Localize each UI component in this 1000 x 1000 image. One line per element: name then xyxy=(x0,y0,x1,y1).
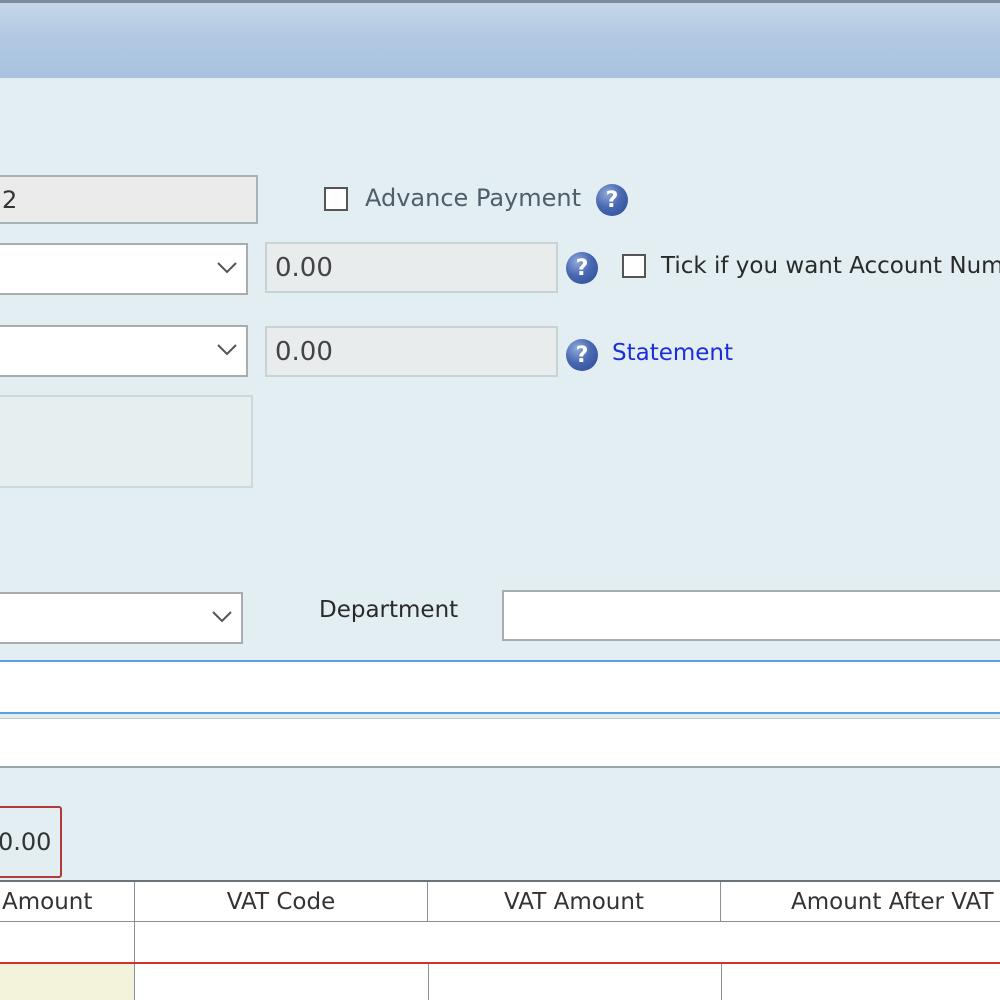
chevron-down-icon xyxy=(217,262,237,274)
column-header-vat-code[interactable]: VAT Code xyxy=(135,882,428,922)
supplier-combo[interactable] xyxy=(0,325,248,377)
account-balance-value: 0.00 xyxy=(275,252,333,283)
supplier-balance-field: 0.00 xyxy=(265,326,558,377)
grid-cell-amount[interactable] xyxy=(0,964,134,1000)
account-number-label: Tick if you want Account Numb xyxy=(661,253,1000,279)
total-amount-box: 0.00 xyxy=(0,806,62,878)
reference-field[interactable]: 2 xyxy=(0,175,258,224)
total-amount-value: 0.00 xyxy=(0,828,52,856)
statement-help-icon[interactable]: ? xyxy=(566,339,598,371)
column-header-vat-amount[interactable]: VAT Amount xyxy=(428,882,721,922)
account-combo[interactable] xyxy=(0,243,248,295)
description-input[interactable] xyxy=(0,660,1000,714)
advance-payment-checkbox[interactable] xyxy=(324,187,348,211)
advance-payment-label: Advance Payment xyxy=(365,184,582,212)
address-memo[interactable] xyxy=(0,395,253,488)
statement-link[interactable]: Statement xyxy=(612,340,733,366)
project-combo[interactable] xyxy=(0,592,243,644)
column-header-amount-after-vat[interactable]: Amount After VAT xyxy=(721,882,1000,922)
reference-value: 2 xyxy=(2,185,18,214)
notes-input[interactable] xyxy=(0,718,1000,768)
grid-header: Amount VAT Code VAT Amount Amount After … xyxy=(0,880,1000,922)
chevron-down-icon xyxy=(217,344,237,356)
account-balance-field: 0.00 xyxy=(265,242,558,293)
grid-divider xyxy=(721,964,722,1000)
grid-divider xyxy=(134,964,135,1000)
grid-row-new[interactable] xyxy=(0,922,1000,964)
advance-payment-help-icon[interactable]: ? xyxy=(596,184,628,216)
chevron-down-icon xyxy=(212,611,232,623)
form-window: 2 Advance Payment ? 0.00 ? Tick if you w… xyxy=(0,0,1000,1000)
column-header-amount[interactable]: Amount xyxy=(0,882,135,922)
grid-divider xyxy=(428,964,429,1000)
grid-divider xyxy=(134,922,135,962)
grid-row[interactable] xyxy=(0,964,1000,1000)
account-number-checkbox[interactable] xyxy=(622,254,646,278)
department-label: Department xyxy=(319,597,459,623)
window-titlebar xyxy=(0,0,1000,78)
account-help-icon[interactable]: ? xyxy=(566,252,598,284)
department-input[interactable] xyxy=(502,590,1000,641)
supplier-balance-value: 0.00 xyxy=(275,336,333,367)
